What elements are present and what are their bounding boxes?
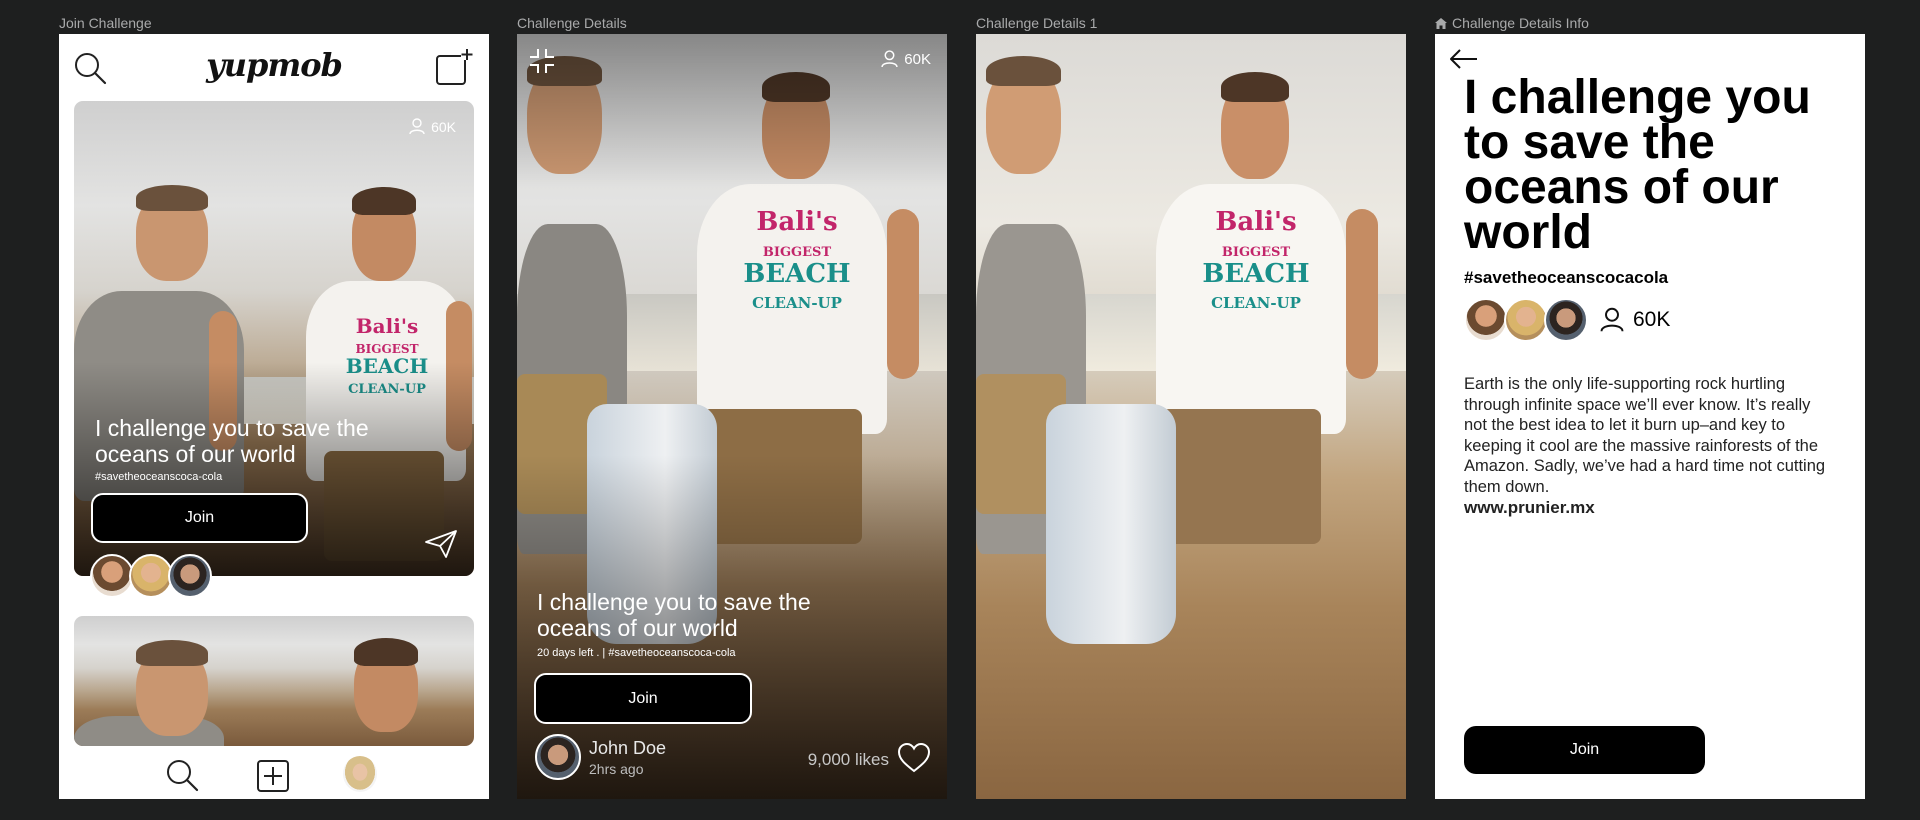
- back-arrow-icon[interactable]: [1449, 48, 1479, 70]
- avatar[interactable]: [129, 554, 173, 598]
- app-header: yupmob: [59, 34, 489, 100]
- challenge-hashtag[interactable]: #savetheoceanscoca-cola: [95, 471, 222, 483]
- avatar[interactable]: [1464, 298, 1508, 342]
- search-icon[interactable]: [165, 758, 199, 792]
- avatar[interactable]: [168, 554, 212, 598]
- avatar[interactable]: [90, 554, 134, 598]
- challenge-description: Earth is the only life-supporting rock h…: [1464, 375, 1826, 496]
- user-icon: [881, 50, 898, 68]
- send-icon[interactable]: [424, 529, 458, 559]
- profile-avatar[interactable]: [343, 756, 377, 792]
- author-name[interactable]: John Doe: [589, 738, 666, 759]
- challenge-title: I challenge you to save the oceans of ou…: [95, 415, 369, 467]
- add-icon[interactable]: [257, 760, 289, 792]
- participant-count-value: 60K: [1633, 308, 1671, 331]
- challenge-card[interactable]: [74, 616, 474, 746]
- participant-count: 60K: [1600, 307, 1670, 333]
- frame-label-challenge-details-1: Challenge Details 1: [976, 15, 1098, 31]
- frame-label-challenge-details: Challenge Details: [517, 15, 627, 31]
- user-icon: [1600, 307, 1624, 332]
- participant-count-value: 60K: [904, 50, 931, 68]
- challenge-meta: 20 days left . | #savetheoceanscoca-cola: [537, 647, 736, 659]
- challenge-link[interactable]: www.prunier.mx: [1464, 498, 1595, 518]
- author-avatar[interactable]: [535, 734, 581, 780]
- challenge-title: I challenge you to save the oceans of ou…: [537, 589, 811, 641]
- user-icon: [409, 118, 425, 135]
- collapse-icon[interactable]: [529, 48, 555, 74]
- frame-label-text: Challenge Details Info: [1452, 15, 1589, 31]
- new-post-icon[interactable]: [435, 48, 473, 86]
- app-logo[interactable]: yupmob: [206, 46, 343, 84]
- join-challenge-screen: yupmob Bali'sBIGGESTBEACHCLEAN-UP 60K I …: [59, 34, 489, 799]
- participant-count: 60K: [881, 50, 931, 68]
- join-button[interactable]: Join: [1464, 726, 1705, 774]
- challenge-photo: [74, 616, 474, 746]
- participant-avatars[interactable]: [90, 554, 212, 598]
- frame-label-challenge-details-info: Challenge Details Info: [1435, 15, 1589, 31]
- join-button[interactable]: Join: [534, 673, 752, 724]
- challenge-hashtag[interactable]: #savetheoceanscocacola: [1464, 268, 1668, 288]
- challenge-details-screen: Bali's BIGGEST BEACH CLEAN-UP 60K I challen…: [517, 34, 947, 799]
- avatar[interactable]: [1504, 298, 1548, 342]
- challenge-title: I challenge you to save the oceans of ou…: [1464, 71, 1811, 259]
- post-time: 2hrs ago: [589, 760, 644, 777]
- join-button[interactable]: Join: [91, 493, 308, 543]
- heart-icon[interactable]: [897, 742, 931, 774]
- challenge-card[interactable]: Bali'sBIGGESTBEACHCLEAN-UP 60K I challen…: [74, 101, 474, 576]
- bottom-navigation: [59, 749, 489, 799]
- participant-count: 60K: [409, 118, 456, 135]
- challenge-author[interactable]: John Doe 2hrs ago: [535, 734, 666, 780]
- challenge-details-photo-screen: Bali's BIGGEST BEACH CLEAN-UP: [976, 34, 1406, 799]
- avatar[interactable]: [1544, 298, 1588, 342]
- participant-avatars[interactable]: [1464, 298, 1588, 342]
- challenge-details-info-screen: I challenge you to save the oceans of ou…: [1435, 34, 1865, 799]
- likes-count: 9,000 likes: [807, 750, 889, 769]
- home-icon: [1435, 17, 1447, 29]
- challenge-photo[interactable]: Bali's BIGGEST BEACH CLEAN-UP: [976, 34, 1406, 799]
- frame-label-join-challenge: Join Challenge: [59, 15, 152, 31]
- participant-count-value: 60K: [431, 118, 456, 135]
- search-icon[interactable]: [73, 51, 107, 85]
